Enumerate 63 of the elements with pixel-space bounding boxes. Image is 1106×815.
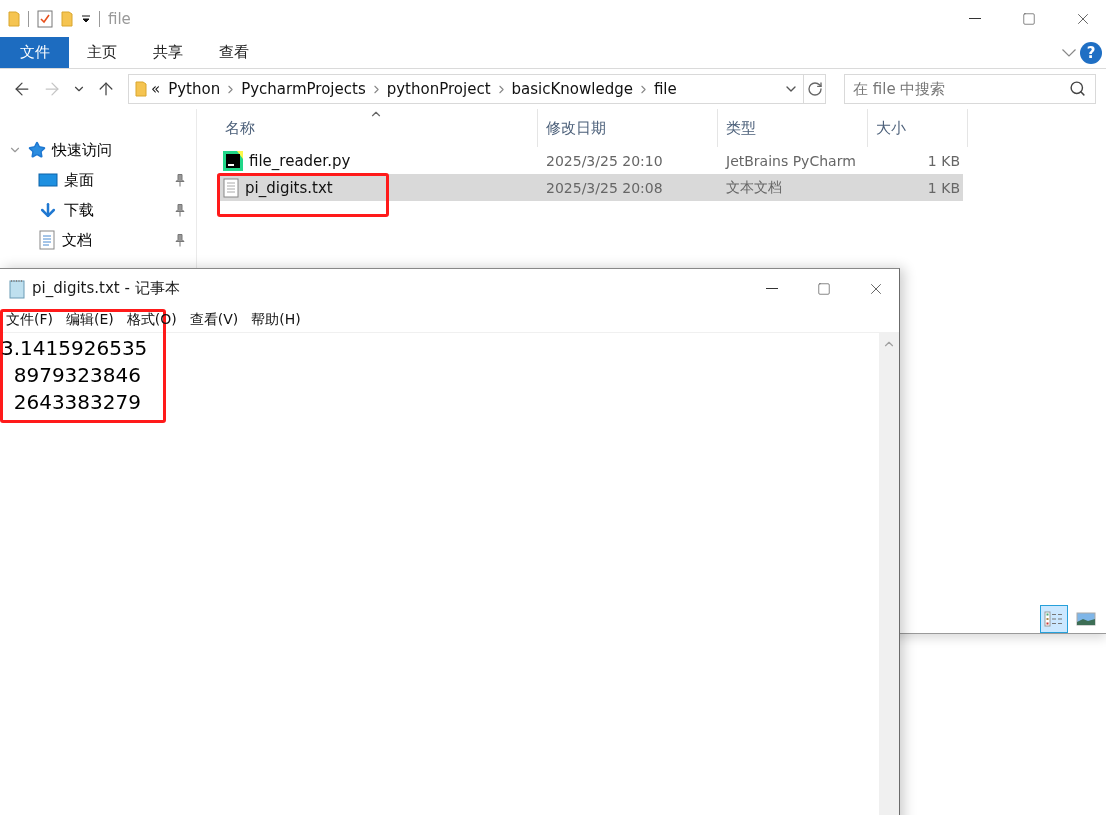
file-row[interactable]: pi_digits.txt 2025/3/25 20:08 文本文档 1 KB xyxy=(217,174,963,201)
text-line: 8979323846 xyxy=(12,362,141,389)
ribbon-tab[interactable]: 文件 xyxy=(0,37,69,68)
scrollbar[interactable] xyxy=(879,333,899,815)
modified-date: 2025/3/25 20:08 xyxy=(545,179,664,196)
breadcrumb[interactable]: file xyxy=(649,80,681,98)
breadcrumb[interactable]: basicKnowledge xyxy=(507,80,637,98)
file-size: 1 KB xyxy=(926,179,961,196)
document-icon xyxy=(38,230,56,250)
modified-date: 2025/3/25 20:10 xyxy=(545,152,664,169)
quick-access-item[interactable]: 快速访问 xyxy=(0,135,196,165)
thumbnail-view-icon xyxy=(1076,611,1096,627)
menu-item[interactable]: 帮助(H) xyxy=(245,311,308,329)
breadcrumb[interactable]: Python xyxy=(164,80,225,98)
search-field[interactable]: 在 file 中搜索 xyxy=(844,74,1096,104)
file-name: file_reader.py xyxy=(249,151,351,170)
maximize-icon xyxy=(1022,11,1036,26)
menu-item[interactable]: 文件(F) xyxy=(0,311,60,329)
address-bar[interactable]: « Python PycharmProjects pythonProject basicKnowledge file xyxy=(128,74,826,104)
window-title: pi_digits.txt - 记事本 xyxy=(32,279,181,298)
minimize-icon xyxy=(766,288,778,289)
star-icon xyxy=(28,141,46,159)
ribbon-tab[interactable]: 查看 xyxy=(201,37,267,68)
file-row[interactable]: file_reader.py 2025/3/25 20:10 JetBrains PyCharm 1 KB xyxy=(217,147,963,174)
breadcrumb[interactable]: PycharmProjects xyxy=(237,80,370,98)
refresh-icon xyxy=(806,81,823,97)
download-icon xyxy=(38,200,58,220)
menu-item[interactable]: 编辑(E) xyxy=(60,311,121,329)
ribbon-tab[interactable]: 主页 xyxy=(69,37,135,68)
file-name: pi_digits.txt xyxy=(245,178,333,197)
column-header[interactable]: 类型 xyxy=(718,109,868,147)
text-line: 2643383279 xyxy=(12,389,141,416)
view-button[interactable] xyxy=(1040,605,1068,633)
dropdown-icon[interactable] xyxy=(81,13,91,24)
minimize-icon xyxy=(969,18,981,19)
desktop-icon xyxy=(38,172,58,188)
pycharm-icon xyxy=(223,150,243,171)
breadcrumb-overflow[interactable]: « xyxy=(147,80,165,98)
details-view-icon xyxy=(1044,611,1064,627)
file-type: 文本文档 xyxy=(725,178,783,197)
notepad-icon xyxy=(8,278,26,299)
ribbon-tab[interactable]: 共享 xyxy=(135,37,201,68)
sidebar-item[interactable]: 桌面 xyxy=(0,165,196,195)
folder-icon xyxy=(61,10,73,27)
column-header[interactable]: 大小 xyxy=(868,109,968,147)
help-button[interactable]: ? xyxy=(1080,41,1102,64)
chevron-down-icon xyxy=(1062,48,1076,57)
file-size: 1 KB xyxy=(926,152,961,169)
sidebar-item[interactable]: 下载 xyxy=(0,195,196,225)
refresh-button[interactable] xyxy=(803,75,825,103)
file-type: JetBrains PyCharm xyxy=(724,152,857,169)
maximize-icon xyxy=(817,281,831,296)
folder-icon xyxy=(135,81,147,97)
search-icon xyxy=(1069,80,1086,97)
column-header[interactable]: 名称 xyxy=(217,109,538,147)
sidebar-item[interactable]: 文档 xyxy=(0,225,196,255)
column-header[interactable]: 修改日期 xyxy=(538,109,718,147)
checklist-icon[interactable] xyxy=(37,9,53,28)
window-title: file xyxy=(108,9,132,28)
folder-icon xyxy=(8,10,20,27)
breadcrumb[interactable]: pythonProject xyxy=(382,80,495,98)
text-file-icon xyxy=(223,177,239,198)
menu-item[interactable]: 查看(V) xyxy=(183,311,246,329)
